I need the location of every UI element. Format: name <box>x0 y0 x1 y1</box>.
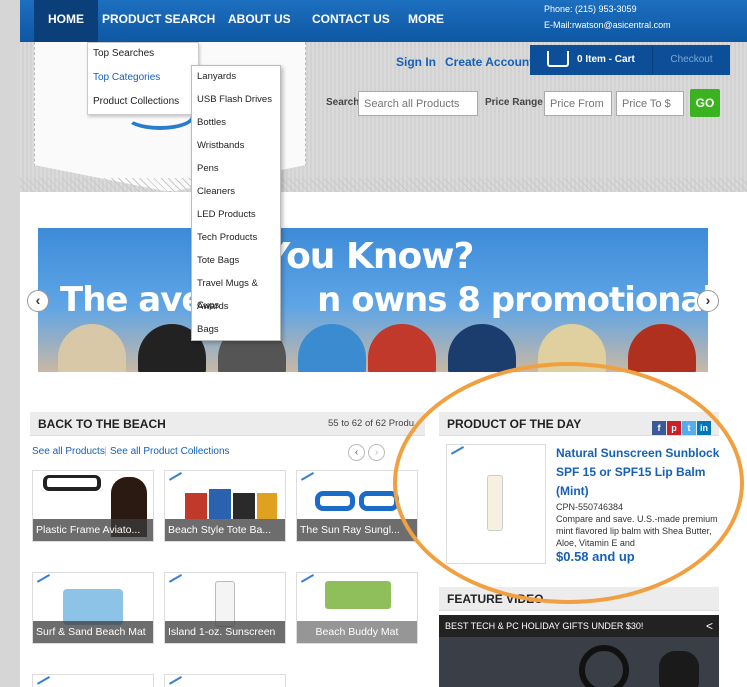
sunglasses-image <box>315 491 355 511</box>
checkout-button[interactable]: Checkout <box>652 45 730 75</box>
tote-image <box>233 493 255 519</box>
annotation-circle <box>393 362 744 604</box>
product-tile-title: The Sun Ray Sungl... <box>297 519 417 541</box>
badge-icon <box>168 574 186 588</box>
submenu-item[interactable]: LED Products <box>192 204 280 227</box>
submenu-item[interactable]: Awards <box>192 296 280 319</box>
product-tile-title: Surf & Sand Beach Mat <box>33 621 153 643</box>
submenu-item[interactable]: Cleaners <box>192 181 280 204</box>
product-tile[interactable]: Beach Buddy Mat <box>296 572 418 644</box>
cap-image <box>368 324 436 372</box>
submenu-item[interactable]: Tote Bags <box>192 250 280 273</box>
badge-icon <box>36 676 54 687</box>
submenu-item[interactable]: Lanyards <box>192 66 280 89</box>
product-tile-title: Plastic Frame Aviato... <box>33 519 153 541</box>
cap-image <box>628 324 696 372</box>
mouse-image <box>659 651 699 687</box>
beach-prev-button[interactable]: ‹ <box>348 444 365 461</box>
submenu-item[interactable]: Pens <box>192 158 280 181</box>
product-tile[interactable]: Island 1-oz. Sunscreen <box>164 572 286 644</box>
header-zigzag <box>20 178 747 192</box>
submenu-item[interactable]: Travel Mugs & Cups <box>192 273 280 311</box>
email-text: E-Mail:rwatson@asicentral.com <box>544 20 671 30</box>
badge-icon <box>168 676 186 687</box>
product-tile[interactable] <box>164 674 286 687</box>
beach-section-header: BACK TO THE BEACH 55 to 62 of 62 Produ <box>30 412 425 436</box>
contact-info: Phone: (215) 953-3059 E-Mail:rwatson@asi… <box>544 1 671 33</box>
nav-product-search[interactable]: PRODUCT SEARCH <box>88 0 229 42</box>
promo-banner[interactable]: d You Know? The avera n owns 8 promotiona… <box>38 228 708 372</box>
share-icon[interactable]: < <box>706 619 713 633</box>
cap-image <box>58 324 126 372</box>
badge-icon <box>300 472 318 486</box>
menu-item-product-collections[interactable]: Product Collections <box>88 91 198 115</box>
beach-mat-image <box>325 581 391 609</box>
see-all-products-link[interactable]: See all Products <box>32 446 105 457</box>
search-input[interactable] <box>358 91 478 116</box>
beach-next-button[interactable]: › <box>368 444 385 461</box>
submenu-item[interactable]: Wristbands <box>192 135 280 158</box>
cart-icon <box>547 51 569 67</box>
badge-icon <box>36 574 54 588</box>
tote-image <box>185 493 207 519</box>
create-account-link[interactable]: Create Account <box>445 55 533 69</box>
sign-in-link[interactable]: Sign In <box>396 55 436 69</box>
banner-subline: The averan owns 8 promotional caps! <box>60 280 708 320</box>
cart-button[interactable]: 0 Item - Cart <box>530 45 652 75</box>
cap-image <box>298 324 366 372</box>
beach-title: BACK TO THE BEACH <box>38 417 166 431</box>
video-caption: BEST TECH & PC HOLIDAY GIFTS UNDER $30! <box>439 615 719 637</box>
product-tile[interactable]: Beach Style Tote Ba... <box>164 470 286 542</box>
price-from-input[interactable] <box>544 91 612 116</box>
cart-label: 0 Item - Cart <box>577 54 635 65</box>
nav-more[interactable]: MORE <box>394 0 458 42</box>
banner-next-button[interactable]: › <box>697 290 719 312</box>
product-tile-title: Island 1-oz. Sunscreen <box>165 621 285 643</box>
top-nav: HOME PRODUCT SEARCH ABOUT US CONTACT US … <box>20 0 747 42</box>
badge-icon <box>168 472 186 486</box>
feature-video[interactable]: BEST TECH & PC HOLIDAY GIFTS UNDER $30! … <box>439 615 719 687</box>
submenu-item[interactable]: USB Flash Drives <box>192 89 280 112</box>
product-tile[interactable] <box>32 674 154 687</box>
phone-text: Phone: (215) 953-3059 <box>544 4 637 14</box>
badge-icon <box>300 574 318 588</box>
cap-image <box>448 324 516 372</box>
menu-item-top-searches[interactable]: Top Searches <box>88 43 198 67</box>
nav-about-us[interactable]: ABOUT US <box>214 0 305 42</box>
see-all-collections-link[interactable]: See all Product Collections <box>110 446 230 457</box>
submenu-item[interactable]: Bags <box>192 319 280 342</box>
search-label: Search <box>326 97 360 108</box>
product-search-dropdown: Top Searches Top Categories Product Coll… <box>87 42 199 115</box>
product-tile[interactable]: Surf & Sand Beach Mat <box>32 572 154 644</box>
sunglasses-image <box>43 475 101 491</box>
separator: | <box>104 446 107 457</box>
tote-image <box>257 493 277 519</box>
product-tile[interactable]: Plastic Frame Aviato... <box>32 470 154 542</box>
categories-submenu: Lanyards USB Flash Drives Bottles Wristb… <box>191 65 281 341</box>
price-range-label: Price Range <box>485 97 543 108</box>
submenu-item[interactable]: Tech Products <box>192 227 280 250</box>
submenu-item[interactable]: Bottles <box>192 112 280 135</box>
menu-item-top-categories[interactable]: Top Categories <box>88 67 198 91</box>
tote-image <box>209 489 231 519</box>
banner-prev-button[interactable]: ‹ <box>27 290 49 312</box>
nav-contact-us[interactable]: CONTACT US <box>298 0 404 42</box>
product-tile-title: Beach Style Tote Ba... <box>165 519 285 541</box>
price-to-input[interactable] <box>616 91 684 116</box>
product-tile-title: Beach Buddy Mat <box>297 621 417 643</box>
go-button[interactable]: GO <box>690 89 720 117</box>
beach-mat-image <box>63 589 123 625</box>
headphones-image <box>579 645 629 687</box>
